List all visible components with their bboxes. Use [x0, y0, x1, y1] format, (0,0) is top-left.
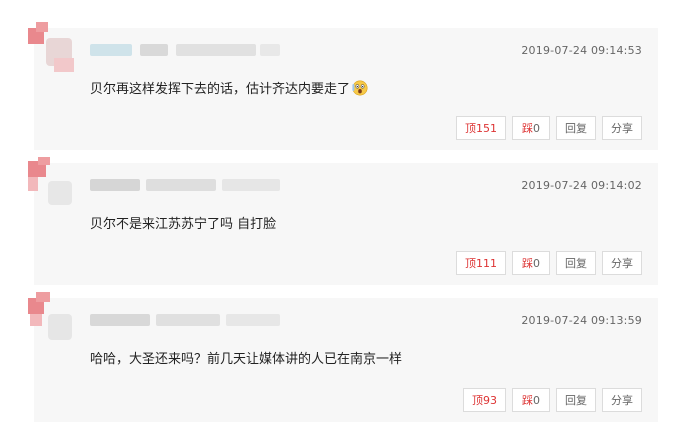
upvote-icon: 顶 — [472, 394, 483, 407]
comment-text: 贝尔再这样发挥下去的话，估计齐达内要走了 — [90, 78, 368, 97]
share-button[interactable]: 分享 — [602, 251, 642, 275]
downvote-count: 0 — [533, 121, 540, 135]
comment-item: 2019-07-24 09:14:53 贝尔再这样发挥下去的话，估计齐达内要走了… — [28, 22, 658, 150]
downvote-button[interactable]: 踩0 — [512, 388, 550, 412]
comment-item: 2019-07-24 09:13:59 哈哈，大圣还来吗？前几天让媒体讲的人已在… — [28, 292, 658, 422]
downvote-icon: 踩 — [522, 122, 533, 135]
downvote-icon: 踩 — [522, 394, 533, 407]
comment-item: 2019-07-24 09:14:02 贝尔不是来江苏苏宁了吗 自打脸 顶 111… — [28, 157, 658, 285]
upvote-button[interactable]: 顶 111 — [456, 251, 506, 275]
username-blurred[interactable] — [90, 179, 280, 193]
comment-actions: 顶 151 踩0 回复 分享 — [450, 116, 642, 140]
reply-button[interactable]: 回复 — [556, 388, 596, 412]
upvote-icon: 顶 — [465, 257, 476, 270]
comment-text: 哈哈，大圣还来吗？前几天让媒体讲的人已在南京一样 — [90, 352, 403, 367]
avatar[interactable] — [28, 22, 78, 74]
upvote-button[interactable]: 顶 93 — [463, 388, 506, 412]
downvote-button[interactable]: 踩0 — [512, 251, 550, 275]
avatar[interactable] — [28, 292, 78, 344]
upvote-icon: 顶 — [465, 122, 476, 135]
comment-text-body: 贝尔再这样发挥下去的话，估计齐达内要走了 — [90, 82, 351, 97]
comment-timestamp: 2019-07-24 09:14:02 — [521, 179, 642, 192]
shocked-face-emoji-icon — [352, 80, 368, 96]
username-blurred[interactable] — [90, 44, 280, 58]
downvote-count: 0 — [533, 256, 540, 270]
avatar[interactable] — [28, 157, 78, 209]
downvote-icon: 踩 — [522, 257, 533, 270]
username-blurred[interactable] — [90, 314, 280, 328]
comment-text: 贝尔不是来江苏苏宁了吗 自打脸 — [90, 217, 277, 232]
upvote-count: 111 — [476, 256, 497, 270]
comment-timestamp: 2019-07-24 09:13:59 — [521, 314, 642, 327]
share-button[interactable]: 分享 — [602, 116, 642, 140]
upvote-button[interactable]: 顶 151 — [456, 116, 506, 140]
downvote-count: 0 — [533, 393, 540, 407]
upvote-count: 151 — [476, 121, 497, 135]
comment-actions: 顶 111 踩0 回复 分享 — [450, 251, 642, 275]
upvote-count: 93 — [483, 393, 497, 407]
comment-timestamp: 2019-07-24 09:14:53 — [521, 44, 642, 57]
reply-button[interactable]: 回复 — [556, 251, 596, 275]
downvote-button[interactable]: 踩0 — [512, 116, 550, 140]
share-button[interactable]: 分享 — [602, 388, 642, 412]
comment-actions: 顶 93 踩0 回复 分享 — [457, 388, 642, 412]
reply-button[interactable]: 回复 — [556, 116, 596, 140]
